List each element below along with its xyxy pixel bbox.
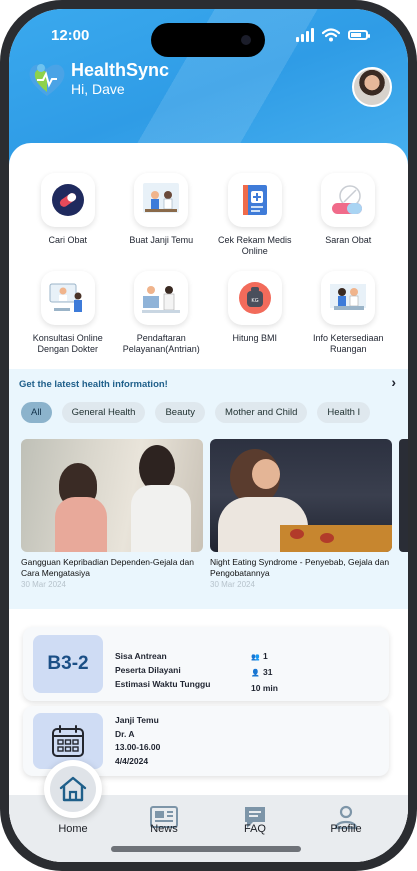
queue-wait-label: Estimasi Waktu Tunggu — [115, 679, 211, 689]
medicine-capsule-icon — [321, 173, 376, 227]
menu-label: Hitung BMI — [232, 333, 278, 343]
brand: HealthSync Hi, Dave — [27, 60, 169, 98]
chevron-right-icon[interactable]: › — [391, 374, 396, 390]
medical-record-icon — [227, 173, 282, 227]
appointment-details: Janji Temu Dr. A 13.00-16.00 4/4/2024 — [115, 714, 160, 768]
menu-pendaftaran-pelayanan[interactable]: Pendaftaran Pelayanan(Antrian) — [115, 271, 209, 355]
news-date: 30 Mar 2024 — [210, 580, 255, 589]
appointment-title: Janji Temu — [115, 715, 159, 725]
category-chips: All General Health Beauty Mother and Chi… — [21, 402, 371, 423]
menu-hitung-bmi[interactable]: KG Hitung BMI — [208, 271, 302, 355]
home-indicator — [111, 846, 301, 852]
queue-remaining-label: Sisa Antrean — [115, 651, 167, 661]
app-screen: 12:00 HealthSync Hi, Dave Cari Obat Buat… — [9, 9, 408, 862]
news-date: 30 Mar 2024 — [21, 580, 66, 589]
chip-beauty[interactable]: Beauty — [155, 402, 206, 423]
nav-faq-label[interactable]: FAQ — [220, 823, 290, 835]
queue-wait-value: 10 min — [251, 683, 278, 693]
svg-text:KG: KG — [251, 298, 258, 304]
nav-profile-label[interactable]: Profile — [311, 823, 381, 835]
menu-label: Saran Obat — [325, 235, 372, 245]
service-menu-grid: Cari Obat Buat Janji Temu Cek Rekam Medi… — [21, 173, 395, 355]
queue-served-label: Peserta Dilayani — [115, 665, 181, 675]
cellular-signal-icon — [296, 28, 314, 42]
news-card[interactable]: Night Eating Syndrome - Penyebab, Gejala… — [210, 439, 392, 589]
pill-icon — [40, 173, 95, 227]
hospital-room-icon — [321, 271, 376, 325]
app-name: HealthSync — [71, 60, 170, 80]
queue-remaining-value: 1 — [263, 651, 268, 661]
appointment-doctor: Dr. A — [115, 728, 135, 739]
nav-home-button[interactable] — [44, 760, 102, 818]
status-icons — [296, 28, 370, 42]
nav-news-label[interactable]: News — [129, 823, 199, 835]
menu-cek-rekam-medis[interactable]: Cek Rekam Medis Online — [208, 173, 302, 257]
online-consultation-icon — [40, 271, 95, 325]
menu-info-ketersediaan-ruangan[interactable]: Info Ketersediaan Ruangan — [302, 271, 396, 355]
avatar[interactable] — [352, 67, 392, 107]
content-sheet: Cari Obat Buat Janji Temu Cek Rekam Medi… — [9, 143, 408, 862]
menu-buat-janji-temu[interactable]: Buat Janji Temu — [115, 173, 209, 257]
chip-general-health[interactable]: General Health — [61, 402, 146, 423]
home-icon — [59, 776, 87, 802]
news-image — [21, 439, 203, 552]
menu-konsultasi-online[interactable]: Konsultasi Online Dengan Dokter — [21, 271, 115, 355]
registration-queue-icon — [134, 271, 189, 325]
battery-icon — [348, 30, 370, 40]
queue-card[interactable]: B3-2 Sisa Antrean Peserta Dilayani Estim… — [23, 627, 389, 701]
menu-label: Pendaftaran Pelayanan(Antrian) — [122, 333, 200, 354]
appointment-date: 4/4/2024 — [115, 755, 149, 766]
health-info-section: Get the latest health information! › All… — [9, 369, 408, 609]
doctor-appointment-icon — [134, 173, 189, 227]
queue-code: B3-2 — [33, 635, 103, 693]
chip-health-partial[interactable]: Health I — [317, 402, 371, 423]
dynamic-island — [151, 23, 265, 57]
news-title: Night Eating Syndrome - Penyebab, Gejala… — [210, 557, 390, 578]
menu-label: Cek Rekam Medis Online — [217, 235, 292, 256]
queue-labels: Sisa Antrean Peserta Dilayani Estimasi W… — [115, 649, 210, 691]
menu-label: Cari Obat — [48, 235, 87, 245]
status-time: 12:00 — [51, 27, 90, 44]
queue-served-value: 31 — [263, 667, 273, 677]
menu-label: Info Ketersediaan Ruangan — [312, 333, 384, 354]
queue-values: 👥 1 👤 31 10 min — [251, 649, 278, 695]
menu-label: Konsultasi Online Dengan Dokter — [32, 333, 103, 354]
menu-cari-obat[interactable]: Cari Obat — [21, 173, 115, 257]
chip-mother-and-child[interactable]: Mother and Child — [215, 402, 308, 423]
people-icon: 👥 — [251, 654, 260, 661]
news-image — [210, 439, 392, 552]
news-card[interactable]: Gangguan Kepribadian Dependen-Gejala dan… — [21, 439, 203, 589]
wifi-icon — [322, 28, 340, 42]
news-title: Gangguan Kepribadian Dependen-Gejala dan… — [21, 557, 194, 578]
healthsync-logo-icon — [29, 64, 65, 96]
health-info-title: Get the latest health information! — [19, 379, 168, 390]
appointment-time: 13.00-16.00 — [115, 742, 161, 752]
weight-scale-icon: KG — [227, 271, 282, 325]
nav-home-label[interactable]: Home — [38, 823, 108, 835]
phone-frame: 12:00 HealthSync Hi, Dave Cari Obat Buat… — [0, 0, 417, 871]
greeting: Hi, Dave — [71, 81, 125, 97]
person-served-icon: 👤 — [251, 670, 260, 677]
news-card-peek — [399, 439, 408, 552]
menu-saran-obat[interactable]: Saran Obat — [302, 173, 396, 257]
chip-all[interactable]: All — [21, 402, 52, 423]
menu-label: Buat Janji Temu — [129, 235, 194, 245]
